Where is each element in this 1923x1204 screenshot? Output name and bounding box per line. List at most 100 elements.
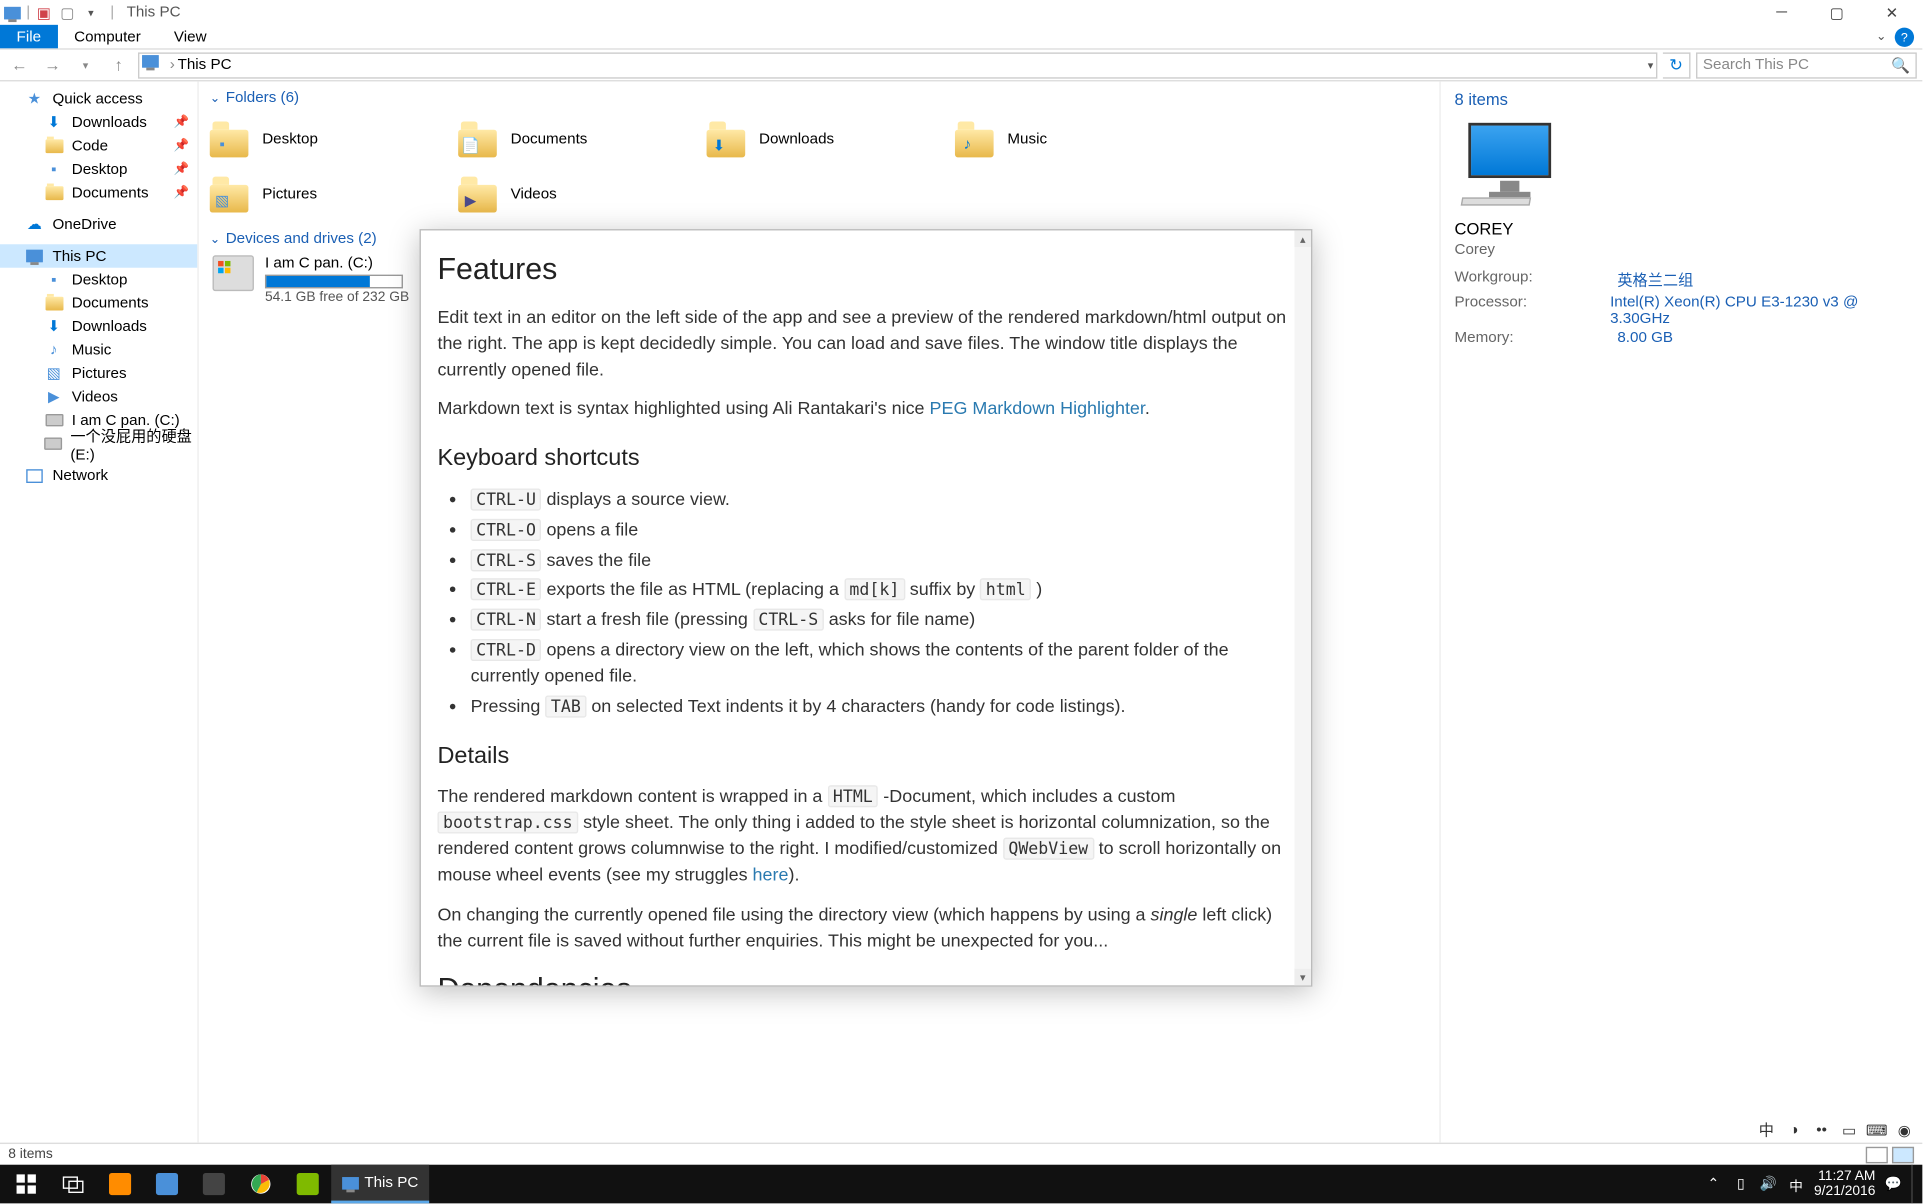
taskbar-app-1[interactable]: [97, 1165, 144, 1204]
gadget-icon[interactable]: ◑: [1784, 1121, 1803, 1140]
heading-features: Features: [437, 247, 1294, 291]
nav-this-pc[interactable]: This PC: [0, 244, 197, 267]
show-desktop-button[interactable]: [1911, 1165, 1917, 1204]
ribbon-expand-icon[interactable]: ⌄: [1876, 29, 1886, 44]
tray-chevron-icon[interactable]: ⌃: [1704, 1174, 1723, 1193]
list-item: CTRL-U displays a source view.: [471, 487, 1295, 513]
nav-pc-documents[interactable]: Documents: [0, 291, 197, 314]
nav-network[interactable]: Network: [0, 464, 197, 487]
gadget-icon[interactable]: 中: [1757, 1121, 1776, 1140]
drive-free-text: 54.1 GB free of 232 GB: [265, 290, 409, 305]
detail-workgroup: Workgroup:英格兰二组: [1455, 269, 1909, 291]
up-button[interactable]: ↑: [105, 51, 133, 79]
start-button[interactable]: [3, 1165, 50, 1204]
paragraph: Edit text in an editor on the left side …: [437, 305, 1294, 383]
nav-pc-desktop[interactable]: ▪Desktop: [0, 268, 197, 291]
tab-computer[interactable]: Computer: [58, 25, 158, 48]
tray-network-icon[interactable]: ▯: [1731, 1174, 1750, 1193]
maximize-button[interactable]: ▢: [1809, 0, 1864, 25]
tray-volume-icon[interactable]: 🔊: [1759, 1174, 1778, 1193]
view-details-button[interactable]: [1866, 1146, 1888, 1163]
pin-icon: 📌: [174, 138, 189, 153]
address-bar[interactable]: › This PC ▾: [138, 52, 1657, 78]
chevron-down-icon: ⌄: [210, 231, 220, 246]
folder-music[interactable]: ♪Music: [955, 112, 1203, 167]
nav-pc-drive-e[interactable]: 一个没屁用的硬盘 (E:): [0, 432, 197, 455]
desktop-icon: ▪: [44, 159, 63, 178]
ribbon: File Computer View ⌄ ?: [0, 25, 1922, 50]
drive-capacity-bar: [265, 275, 403, 289]
nav-qa-code[interactable]: Code📌: [0, 134, 197, 157]
computer-domain: Corey: [1455, 242, 1909, 259]
nav-qa-documents[interactable]: Documents📌: [0, 181, 197, 204]
pc-icon: [25, 246, 44, 265]
overlay-scrollbar[interactable]: ▴ ▾: [1294, 230, 1311, 985]
refresh-button[interactable]: ↻: [1663, 52, 1691, 78]
taskbar-app-2[interactable]: [144, 1165, 191, 1204]
gadget-icon[interactable]: ▭: [1840, 1121, 1859, 1140]
link-peg-highlighter[interactable]: PEG Markdown Highlighter: [930, 398, 1145, 419]
qat-properties-icon[interactable]: ▣: [34, 3, 53, 22]
help-icon[interactable]: ?: [1895, 27, 1914, 46]
desktop-gadget-icons: 中 ◑ •• ▭ ⌨ ◉: [1757, 1121, 1914, 1140]
nav-pc-music[interactable]: ♪Music: [0, 338, 197, 361]
taskbar-this-pc[interactable]: This PC: [331, 1165, 429, 1204]
taskbar-chrome[interactable]: [237, 1165, 284, 1204]
taskbar: This PC ⌃ ▯ 🔊 中 11:27 AM 9/21/2016 💬: [0, 1165, 1922, 1204]
pc-icon: [342, 1176, 359, 1188]
markdown-preview-window[interactable]: ▴ ▾ Features Edit text in an editor on t…: [420, 229, 1313, 987]
tab-view[interactable]: View: [157, 25, 223, 48]
nav-qa-desktop[interactable]: ▪Desktop📌: [0, 157, 197, 180]
tab-file[interactable]: File: [0, 25, 58, 48]
paragraph: The rendered markdown content is wrapped…: [437, 784, 1294, 888]
link-here[interactable]: here: [753, 864, 789, 885]
qat-dropdown-icon[interactable]: ▾: [81, 3, 100, 22]
action-center-icon[interactable]: 💬: [1884, 1174, 1903, 1193]
system-tray: ⌃ ▯ 🔊 中 11:27 AM 9/21/2016 💬: [1704, 1165, 1920, 1204]
address-bar-row: ← → ▾ ↑ › This PC ▾ ↻ Search This PC 🔍: [0, 50, 1922, 82]
scroll-down-icon[interactable]: ▾: [1294, 969, 1311, 986]
nav-quick-access[interactable]: ★Quick access: [0, 87, 197, 110]
gadget-icon[interactable]: ⌨: [1867, 1121, 1886, 1140]
close-button[interactable]: ✕: [1864, 0, 1919, 25]
back-button[interactable]: ←: [6, 51, 34, 79]
folder-documents[interactable]: 📄Documents: [458, 112, 706, 167]
nav-pc-pictures[interactable]: ▧Pictures: [0, 362, 197, 385]
nav-qa-downloads[interactable]: ⬇Downloads📌: [0, 110, 197, 133]
recent-dropdown[interactable]: ▾: [72, 51, 100, 79]
folder-desktop[interactable]: ▪Desktop: [210, 112, 458, 167]
gadget-icon[interactable]: ••: [1812, 1121, 1831, 1140]
breadcrumb-chevron-icon[interactable]: ›: [170, 57, 175, 74]
nav-onedrive[interactable]: ☁OneDrive: [0, 213, 197, 236]
folder-pictures[interactable]: ▧Pictures: [210, 167, 458, 222]
taskbar-app-4[interactable]: [284, 1165, 331, 1204]
heading-details: Details: [437, 739, 1294, 773]
task-view-button[interactable]: [50, 1165, 97, 1204]
taskbar-app-3[interactable]: [190, 1165, 237, 1204]
tray-ime[interactable]: 中: [1786, 1174, 1805, 1193]
view-large-button[interactable]: [1892, 1146, 1914, 1163]
desktop-icon: ▪: [44, 270, 63, 289]
group-folders-header[interactable]: ⌄Folders (6): [210, 90, 1429, 107]
forward-button[interactable]: →: [39, 51, 67, 79]
breadcrumb-location[interactable]: This PC: [178, 57, 232, 74]
heading-dependencies: Dependencies: [437, 968, 1294, 985]
search-input[interactable]: Search This PC 🔍: [1696, 52, 1917, 78]
tray-clock[interactable]: 11:27 AM 9/21/2016: [1814, 1169, 1875, 1199]
scroll-up-icon[interactable]: ▴: [1294, 230, 1311, 247]
location-icon: [142, 55, 161, 74]
chevron-down-icon: ⌄: [210, 90, 220, 105]
minimize-button[interactable]: ─: [1754, 0, 1809, 25]
qat-new-icon[interactable]: ▢: [58, 3, 77, 22]
list-item: Pressing TAB on selected Text indents it…: [471, 694, 1295, 720]
folder-downloads[interactable]: ⬇Downloads: [707, 112, 955, 167]
star-icon: ★: [25, 89, 44, 108]
gadget-icon[interactable]: ◉: [1895, 1121, 1914, 1140]
network-icon: [25, 466, 44, 485]
nav-pc-downloads[interactable]: ⬇Downloads: [0, 315, 197, 338]
nav-pc-videos[interactable]: ▶Videos: [0, 385, 197, 408]
address-dropdown-icon[interactable]: ▾: [1648, 59, 1654, 71]
folder-videos[interactable]: ▶Videos: [458, 167, 706, 222]
disk-icon: [44, 434, 62, 453]
list-item: CTRL-O opens a file: [471, 517, 1295, 543]
